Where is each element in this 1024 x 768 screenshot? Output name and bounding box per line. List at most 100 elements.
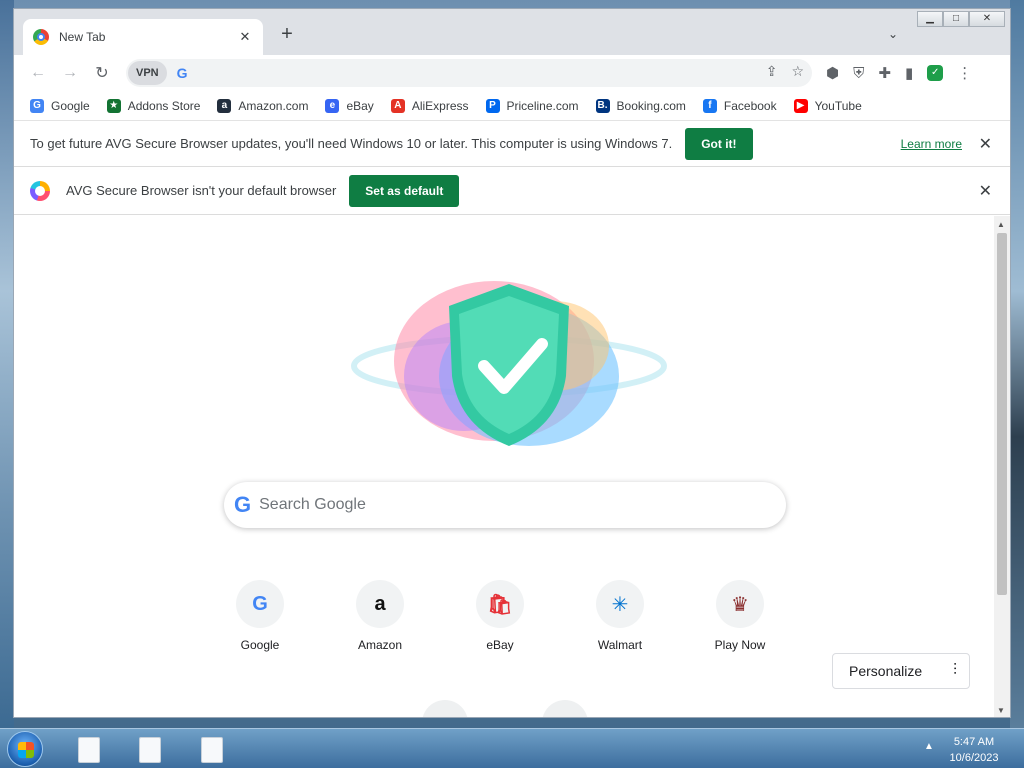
bookmark-label: Google: [51, 98, 90, 113]
scrollbar[interactable]: ▲ ▼: [994, 216, 1010, 717]
shortcut-google[interactable]: G Google: [236, 580, 284, 652]
bookmark-label: Addons Store: [127, 98, 201, 113]
shortcut-amazon[interactable]: a Amazon: [356, 580, 404, 652]
google-icon: G: [30, 98, 44, 113]
bookmark-youtube[interactable]: ▶ YouTube: [793, 98, 862, 113]
update-message: To get future AVG Secure Browser updates…: [30, 136, 673, 151]
bookmark-ebay[interactable]: e eBay: [325, 98, 374, 113]
avg-logo-icon: [30, 180, 50, 201]
bookmark-amazon-com[interactable]: a Amazon.com: [217, 98, 309, 113]
set-as-default-button[interactable]: Set as default: [349, 174, 460, 207]
security-shield-icon[interactable]: ✓: [927, 65, 944, 81]
share-icon[interactable]: ⇪: [766, 63, 778, 80]
desktop-wallpaper-left: [0, 0, 14, 728]
aliexpress-icon: A: [390, 98, 405, 113]
clock-time: 5:47 AM: [953, 736, 995, 748]
shortcut-label: Walmart: [597, 638, 643, 652]
bookmark-facebook[interactable]: f Facebook: [702, 98, 777, 113]
shortcut-play-now[interactable]: ♛ Play Now: [714, 580, 766, 652]
taskbar-file-icon[interactable]: [201, 737, 223, 763]
amazon-icon: a: [356, 580, 404, 628]
shortcut-label: Google: [240, 638, 280, 652]
address-bar[interactable]: VPN G ⇪ ☆: [126, 59, 812, 87]
google-icon: G: [176, 65, 188, 81]
facebook-icon: f: [702, 98, 717, 113]
tab-strip: New Tab ✕ + ⌄ ▁ □ ✕: [14, 9, 1010, 55]
got-it-button[interactable]: Got it!: [685, 127, 753, 160]
side-panel-icon[interactable]: ▮: [905, 64, 913, 82]
shortcut-label: eBay: [486, 638, 514, 652]
search-placeholder: Search Google: [259, 496, 366, 513]
search-input[interactable]: G Search Google: [224, 482, 786, 528]
desktop-wallpaper-right: [1010, 0, 1024, 728]
bookmark-label: Amazon.com: [238, 98, 309, 113]
taskbar-file-icon[interactable]: [139, 737, 161, 763]
shortcut-tile[interactable]: [422, 700, 468, 717]
tray-expand-icon[interactable]: ▲: [924, 741, 934, 752]
clock-date: 10/6/2023: [949, 752, 999, 764]
forward-button[interactable]: →: [54, 64, 86, 82]
chevron-down-icon[interactable]: ⌄: [888, 27, 898, 41]
close-icon[interactable]: ✕: [979, 181, 992, 201]
google-icon: G: [236, 580, 284, 628]
taskbar-file-icon[interactable]: [78, 737, 100, 763]
privacy-extension-icon[interactable]: ⛨: [853, 65, 864, 82]
minimize-button[interactable]: ▁: [917, 11, 943, 27]
bookmark-label: YouTube: [814, 98, 862, 113]
bookmark-priceline-com[interactable]: P Priceline.com: [485, 98, 579, 113]
ebay-icon: 🛍: [476, 580, 524, 628]
bookmark-label: eBay: [346, 98, 374, 113]
default-browser-infobar: AVG Secure Browser isn't your default br…: [14, 167, 1010, 215]
priceline-icon: P: [485, 98, 500, 113]
bookmark-booking-com[interactable]: B. Booking.com: [595, 98, 686, 113]
shortcut-label: Play Now: [714, 638, 766, 652]
taskbar-clock[interactable]: 5:47 AM 10/6/2023: [944, 734, 1004, 766]
shortcut-ebay[interactable]: 🛍 eBay: [476, 580, 524, 652]
toolbar: ← → ↻ VPN G ⇪ ☆ ⬢ ⛨ ✚ ▮ ✓ ⋮: [14, 55, 1010, 91]
default-browser-message: AVG Secure Browser isn't your default br…: [66, 183, 337, 198]
reload-button[interactable]: ↻: [86, 63, 118, 83]
bookmark-google[interactable]: G Google: [30, 98, 90, 113]
close-icon[interactable]: ✕: [979, 134, 992, 154]
ebay-icon: e: [325, 98, 340, 113]
back-button[interactable]: ←: [22, 64, 54, 82]
scrollbar-thumb[interactable]: [997, 233, 1007, 595]
new-tab-button[interactable]: +: [276, 23, 298, 46]
maximize-button[interactable]: □: [943, 11, 969, 27]
bookmark-aliexpress[interactable]: A AliExpress: [390, 98, 469, 113]
start-button[interactable]: [7, 731, 43, 767]
google-icon: G: [234, 492, 252, 517]
shortcut-label: Amazon: [357, 638, 403, 652]
bookmark-star-icon[interactable]: ☆: [791, 63, 804, 80]
shortcut-tiles: G Google a Amazon 🛍 eBay ✳ Walmart ♛ Play Now: [236, 580, 766, 652]
bookmark-label: Facebook: [723, 98, 777, 113]
avg-shield-illustration: [351, 281, 667, 446]
amazon-icon: a: [217, 98, 232, 113]
windows-taskbar: ▲ 5:47 AM 10/6/2023: [0, 728, 1024, 768]
shortcut-tile[interactable]: [542, 700, 588, 717]
addons-store-icon: ★: [106, 98, 121, 113]
bookmark-label: Booking.com: [616, 98, 686, 113]
personalize-button[interactable]: Personalize ⫶: [832, 653, 970, 689]
bookmark-label: AliExpress: [411, 98, 469, 113]
booking-icon: B.: [595, 98, 610, 113]
menu-kebab-icon[interactable]: ⋮: [957, 64, 972, 82]
extensions-puzzle-icon[interactable]: ✚: [878, 64, 891, 82]
shortcut-walmart[interactable]: ✳ Walmart: [596, 580, 644, 652]
play-now-icon: ♛: [716, 580, 764, 628]
bookmark-label: Priceline.com: [506, 98, 579, 113]
tab-new-tab[interactable]: New Tab ✕: [23, 19, 263, 55]
shortcut-tiles-row-2: [422, 700, 588, 717]
bookmark-addons-store[interactable]: ★ Addons Store: [106, 98, 201, 113]
close-tab-icon[interactable]: ✕: [237, 29, 253, 45]
sliders-icon: ⫶: [952, 662, 957, 679]
scroll-down-arrow-icon[interactable]: ▼: [997, 706, 1005, 715]
scroll-up-arrow-icon[interactable]: ▲: [997, 220, 1005, 229]
bookmarks-bar: G Google ★ Addons Store a Amazon.com e eBay A Ali…: [14, 91, 1010, 121]
vpn-button[interactable]: VPN: [128, 61, 167, 85]
window-close-button[interactable]: ✕: [969, 11, 1005, 27]
personalize-label: Personalize: [849, 663, 923, 679]
browser-window: New Tab ✕ + ⌄ ▁ □ ✕ ← → ↻ VPN G ⇪ ☆ ⬢ ⛨ …: [13, 8, 1011, 718]
learn-more-link[interactable]: Learn more: [901, 137, 962, 151]
avg-shield-extension-icon[interactable]: ⬢: [826, 64, 839, 82]
